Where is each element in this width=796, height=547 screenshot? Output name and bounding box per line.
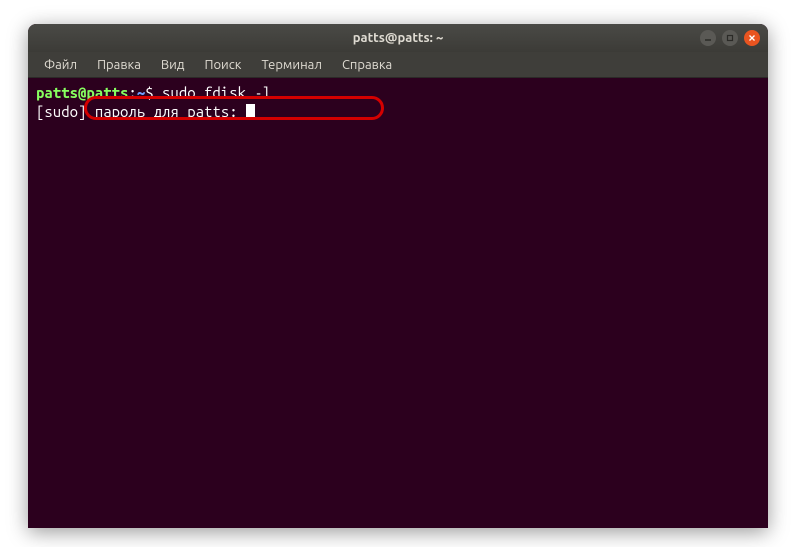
prompt-user-host: patts@patts bbox=[36, 84, 128, 101]
menu-view[interactable]: Вид bbox=[153, 56, 193, 74]
sudo-prefix: [sudo] bbox=[36, 103, 95, 120]
maximize-icon bbox=[726, 34, 734, 42]
close-icon bbox=[748, 34, 756, 42]
sudo-prompt-text: пароль для patts: bbox=[95, 103, 246, 120]
prompt-dollar: $ bbox=[145, 84, 153, 101]
sudo-password-line: [sudo] пароль для patts: bbox=[36, 103, 760, 122]
prompt-separator: : bbox=[128, 84, 136, 101]
window-controls bbox=[700, 30, 760, 46]
menu-help[interactable]: Справка bbox=[334, 56, 400, 74]
menu-edit[interactable]: Правка bbox=[89, 56, 149, 74]
menubar: Файл Правка Вид Поиск Терминал Справка bbox=[28, 52, 768, 78]
window-title: patts@patts: ~ bbox=[353, 31, 444, 45]
typed-command: sudo fdisk -l bbox=[162, 84, 271, 101]
maximize-button[interactable] bbox=[722, 30, 738, 46]
titlebar: patts@patts: ~ bbox=[28, 24, 768, 52]
menu-terminal[interactable]: Терминал bbox=[253, 56, 329, 74]
cursor-block bbox=[246, 104, 255, 120]
minimize-icon bbox=[704, 34, 712, 42]
terminal-area[interactable]: patts@patts:~$ sudo fdisk -l [sudo] паро… bbox=[28, 78, 768, 128]
command-line: patts@patts:~$ sudo fdisk -l bbox=[36, 84, 760, 103]
menu-search[interactable]: Поиск bbox=[196, 56, 249, 74]
close-button[interactable] bbox=[744, 30, 760, 46]
terminal-window: patts@patts: ~ Файл Правка Вид Поиск Тер… bbox=[28, 24, 768, 528]
prompt-path: ~ bbox=[137, 84, 145, 101]
menu-file[interactable]: Файл bbox=[36, 56, 85, 74]
minimize-button[interactable] bbox=[700, 30, 716, 46]
